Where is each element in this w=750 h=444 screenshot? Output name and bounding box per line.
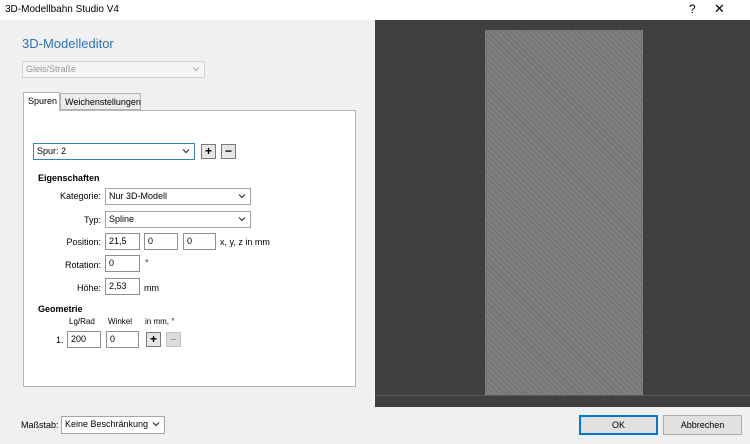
hoehe-input[interactable]: 2,53 xyxy=(105,278,140,295)
window-title: 3D-Modellbahn Studio V4 xyxy=(5,4,119,15)
chevron-down-icon xyxy=(192,67,200,72)
rotation-value: 0 xyxy=(109,258,115,268)
add-spur-button[interactable]: + xyxy=(201,144,216,159)
chevron-down-icon xyxy=(182,149,190,154)
page-title: 3D-Modelleditor xyxy=(22,36,114,51)
massstab-value: Keine Beschränkung xyxy=(65,419,149,429)
help-button[interactable]: ? xyxy=(689,2,696,16)
geometrie-col-lgrad: Lg/Rad xyxy=(69,317,95,326)
tab-panel: Spur: 2 + − Eigenschaften Kategorie: Nur… xyxy=(23,110,356,387)
geometrie-lgrad-input[interactable]: 200 xyxy=(67,331,101,348)
tab-weichenstellungen[interactable]: Weichenstellungen xyxy=(60,93,141,110)
geometrie-lgrad-value: 200 xyxy=(71,334,87,344)
position-x-input[interactable]: 21,5 xyxy=(105,233,140,250)
spur-select-value: Spur: 2 xyxy=(37,146,67,156)
preview-ground-line xyxy=(375,395,750,396)
hoehe-value: 2,53 xyxy=(109,281,127,291)
track-preview xyxy=(485,30,643,395)
typ-select[interactable]: Spline xyxy=(105,211,251,228)
typ-value: Spline xyxy=(109,214,135,224)
chevron-down-icon xyxy=(238,194,246,199)
model-preview-canvas[interactable] xyxy=(375,20,750,407)
chevron-down-icon xyxy=(238,217,246,222)
position-z-value: 0 xyxy=(187,236,193,246)
rotation-label: Rotation: xyxy=(64,260,101,270)
hoehe-unit-label: mm xyxy=(144,283,159,293)
geometrie-col-unit: in mm, ° xyxy=(145,317,175,326)
geometrie-winkel-input[interactable]: 0 xyxy=(106,331,139,348)
geometrie-row-index: 1. xyxy=(56,335,64,345)
rotation-unit-label: ° xyxy=(145,258,149,268)
geometrie-heading: Geometrie xyxy=(38,304,83,314)
chevron-down-icon xyxy=(152,422,160,427)
position-x-value: 21,5 xyxy=(109,236,127,246)
hoehe-label: Höhe: xyxy=(76,283,101,293)
geometrie-col-winkel: Winkel xyxy=(108,317,133,326)
kategorie-value: Nur 3D-Modell xyxy=(109,191,168,201)
tab-weichenstellungen-label: Weichenstellungen xyxy=(65,97,141,107)
position-y-value: 0 xyxy=(148,236,154,246)
position-label: Position: xyxy=(66,237,101,247)
spur-select[interactable]: Spur: 2 xyxy=(33,143,195,160)
remove-spur-button[interactable]: − xyxy=(221,144,236,159)
ok-button[interactable]: OK xyxy=(579,415,658,435)
position-y-input[interactable]: 0 xyxy=(144,233,178,250)
title-bar: 3D-Modellbahn Studio V4 ? ✕ xyxy=(0,0,750,20)
tab-spuren-label: Spuren xyxy=(28,96,58,106)
rotation-input[interactable]: 0 xyxy=(105,255,140,272)
settings-pane: 3D-Modelleditor Gleis/Straße Spuren Weic… xyxy=(0,20,375,407)
typ-label: Typ: xyxy=(83,215,101,225)
position-unit-label: x, y, z in mm xyxy=(220,237,270,247)
eigenschaften-heading: Eigenschaften xyxy=(38,173,100,183)
add-segment-button[interactable]: + xyxy=(146,332,161,347)
cancel-button[interactable]: Abbrechen xyxy=(663,415,742,435)
kategorie-select[interactable]: Nur 3D-Modell xyxy=(105,188,251,205)
position-z-input[interactable]: 0 xyxy=(183,233,216,250)
massstab-label: Maßstab: xyxy=(21,420,59,430)
model-type-value: Gleis/Straße xyxy=(26,64,77,74)
geometrie-winkel-value: 0 xyxy=(110,334,116,344)
tab-spuren[interactable]: Spuren xyxy=(23,92,60,111)
remove-segment-button[interactable]: -- xyxy=(166,332,181,347)
close-button[interactable]: ✕ xyxy=(714,1,725,17)
model-type-select[interactable]: Gleis/Straße xyxy=(22,61,205,78)
kategorie-label: Kategorie: xyxy=(59,191,101,201)
bottom-bar: Maßstab: Keine Beschränkung OK Abbrechen xyxy=(0,407,750,444)
massstab-select[interactable]: Keine Beschränkung xyxy=(61,416,165,434)
